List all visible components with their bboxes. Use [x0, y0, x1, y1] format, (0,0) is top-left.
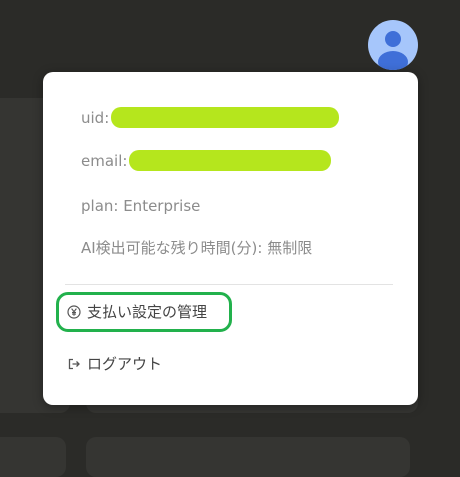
manage-billing-label: 支払い設定の管理: [87, 303, 208, 321]
account-menu-popover: uid: email: plan: Enterprise AI検出可能な残り時間…: [43, 72, 418, 405]
user-avatar-button[interactable]: [368, 20, 418, 70]
uid-row: uid:: [81, 107, 340, 129]
yen-circle-icon: [67, 305, 81, 319]
email-redaction: [129, 150, 332, 171]
email-row: email:: [81, 150, 332, 172]
ai-remaining-time-text: AI検出可能な残り時間(分): 無制限: [81, 239, 313, 257]
user-icon: [378, 31, 408, 70]
background-panel: [0, 437, 66, 477]
manage-billing-button[interactable]: 支払い設定の管理: [67, 302, 207, 322]
uid-label: uid:: [81, 109, 110, 127]
menu-divider: [65, 284, 393, 285]
background-panel: [86, 437, 410, 477]
uid-redaction: [111, 107, 340, 128]
logout-button[interactable]: ログアウト: [67, 354, 162, 374]
logout-icon: [67, 357, 81, 371]
logout-label: ログアウト: [87, 355, 163, 373]
plan-text: plan: Enterprise: [81, 197, 201, 215]
email-label: email:: [81, 152, 128, 170]
